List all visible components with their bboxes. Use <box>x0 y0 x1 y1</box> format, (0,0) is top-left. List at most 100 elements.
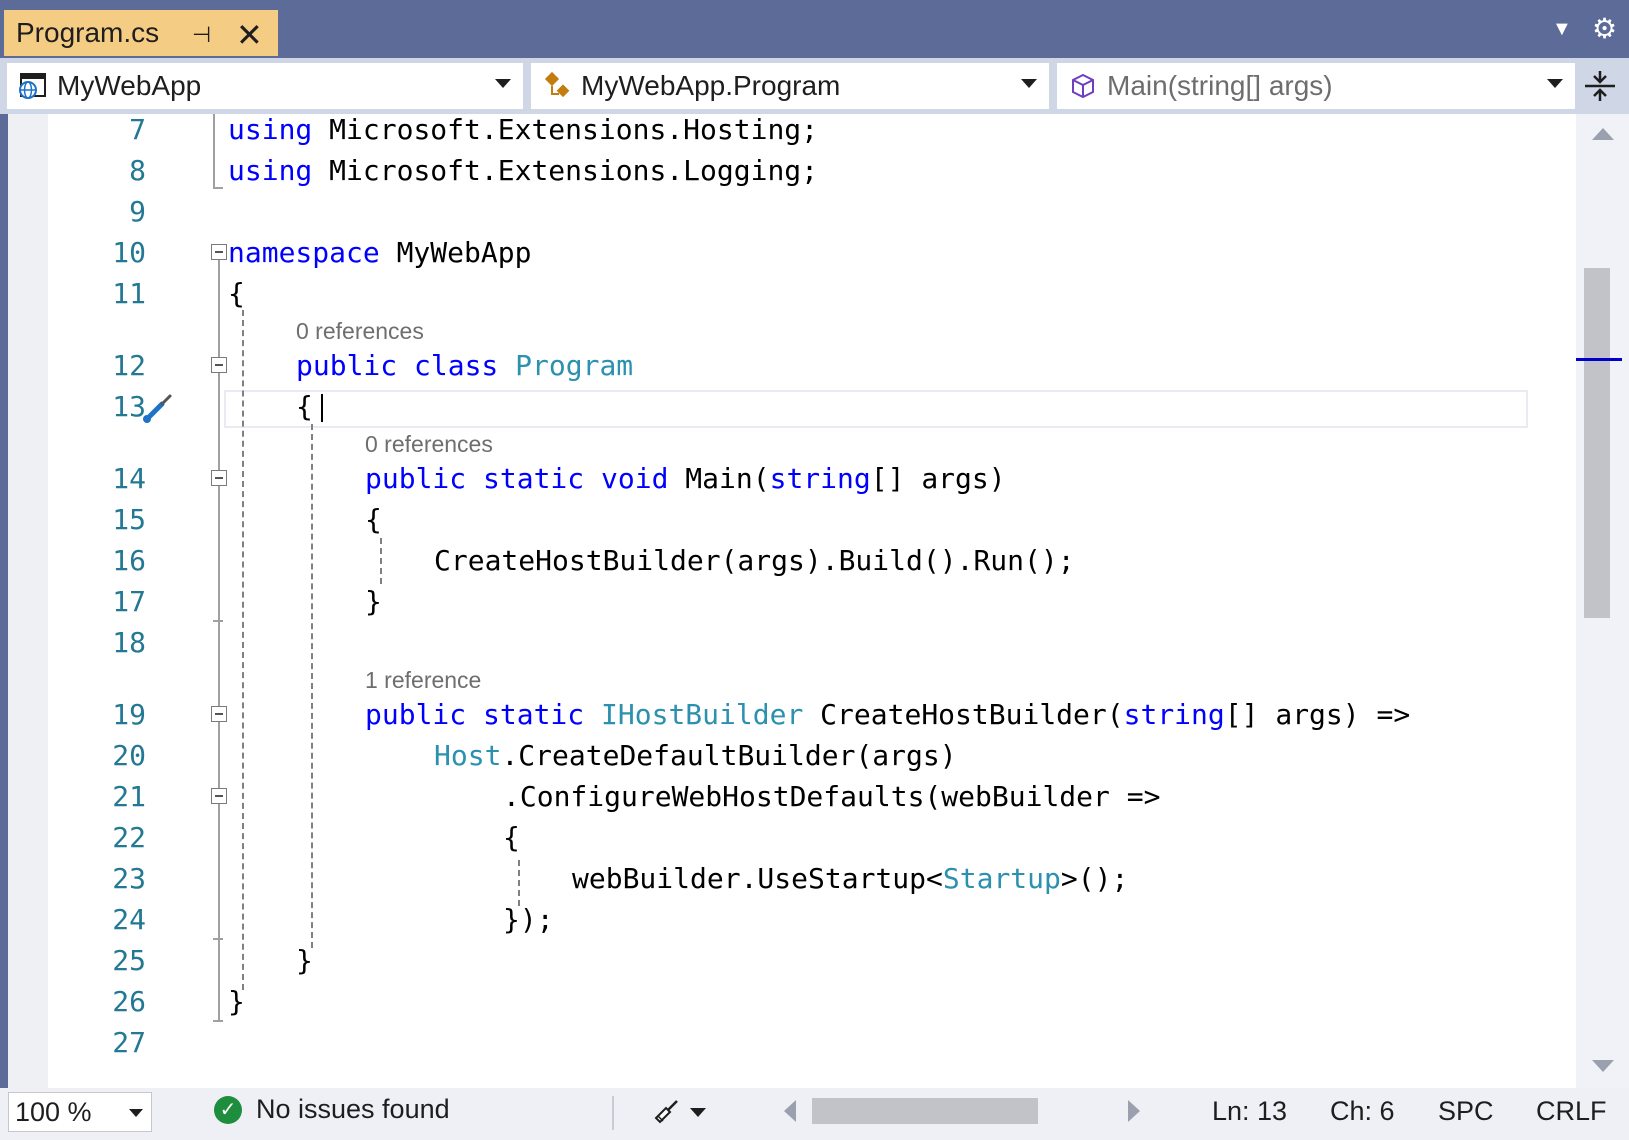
whitespace-indicator[interactable]: SPC <box>1438 1096 1494 1127</box>
code-line: .ConfigureWebHostDefaults(webBuilder => <box>503 780 1161 813</box>
editor-status-bar: 100 % ✓ No issues found Ln: 13 Ch: 6 SPC… <box>0 1088 1629 1140</box>
line-number: 9 <box>129 195 146 228</box>
issues-text: No issues found <box>256 1094 450 1124</box>
document-tab[interactable]: Program.cs ⊣ ✕ <box>4 10 278 56</box>
collapse-toggle[interactable] <box>211 357 227 373</box>
member-label: Main(string[] args) <box>1107 70 1333 101</box>
code-line: } <box>228 985 245 1018</box>
issues-indicator[interactable]: ✓ No issues found <box>214 1094 450 1125</box>
indicator-margin[interactable] <box>8 114 48 1088</box>
class-icon <box>541 70 573 102</box>
code-line: public static void Main(string[] args) <box>365 462 1006 495</box>
line-number: 25 <box>112 944 146 977</box>
navigation-bar: MyWebApp MyWebApp.Program Main(string[] … <box>0 58 1629 114</box>
scroll-up-arrow-icon[interactable] <box>1592 128 1614 140</box>
zoom-dropdown[interactable]: 100 % <box>8 1092 152 1132</box>
line-indicator[interactable]: Ln: 13 <box>1212 1096 1287 1127</box>
check-circle-icon: ✓ <box>214 1095 242 1124</box>
method-icon <box>1067 70 1099 102</box>
divider <box>612 1096 614 1130</box>
line-number: 17 <box>112 585 146 618</box>
line-number: 15 <box>112 503 146 536</box>
outline-line <box>213 620 223 622</box>
type-label: MyWebApp.Program <box>581 70 841 101</box>
code-line: }); <box>503 903 554 936</box>
project-icon <box>17 70 49 102</box>
tab-title: Program.cs <box>16 17 160 48</box>
collapse-toggle[interactable] <box>211 788 227 804</box>
code-line: } <box>296 944 313 977</box>
line-number: 19 <box>112 698 146 731</box>
chevron-down-icon <box>129 1109 143 1117</box>
code-line: CreateHostBuilder(args).Build().Run(); <box>434 544 1075 577</box>
line-number: 18 <box>112 626 146 659</box>
chevron-down-icon[interactable] <box>690 1108 706 1117</box>
quick-actions-icon[interactable] <box>140 392 174 426</box>
line-ending-indicator[interactable]: CRLF <box>1536 1096 1607 1127</box>
line-number: 24 <box>112 903 146 936</box>
current-line-highlight <box>224 390 1528 428</box>
pin-icon[interactable]: ⊣ <box>192 22 211 48</box>
codelens-references[interactable]: 0 references <box>296 316 424 346</box>
project-label: MyWebApp <box>57 70 202 101</box>
outline-line <box>213 187 223 189</box>
horizontal-scrollbar-thumb[interactable] <box>812 1098 1038 1124</box>
chevron-down-icon <box>1547 79 1563 88</box>
outline-line <box>213 114 215 188</box>
outline-line <box>213 1020 223 1022</box>
codelens-references[interactable]: 1 reference <box>365 665 481 695</box>
line-number: 7 <box>129 114 146 146</box>
code-line: Host.CreateDefaultBuilder(args) <box>434 739 957 772</box>
line-number: 22 <box>112 821 146 854</box>
line-number: 11 <box>112 277 146 310</box>
code-cleanup-icon[interactable] <box>650 1096 680 1133</box>
indent-guide <box>242 310 244 990</box>
tab-strip: Program.cs ⊣ ✕ ▼ ⚙ <box>0 0 1629 58</box>
close-icon[interactable]: ✕ <box>236 16 263 54</box>
code-line: } <box>365 585 382 618</box>
code-line: { <box>503 821 520 854</box>
scroll-right-arrow-icon[interactable] <box>1128 1100 1140 1122</box>
code-line: public static IHostBuilder CreateHostBui… <box>365 698 1411 731</box>
line-number: 16 <box>112 544 146 577</box>
code-line: { <box>296 390 313 423</box>
vertical-scrollbar[interactable] <box>1576 114 1629 1088</box>
indent-guide <box>380 538 382 584</box>
tab-list-dropdown-icon[interactable]: ▼ <box>1552 18 1572 41</box>
code-line: namespace MyWebApp <box>228 236 532 269</box>
code-line: public class Program <box>296 349 634 382</box>
line-number: 12 <box>112 349 146 382</box>
code-line: using Microsoft.Extensions.Hosting; <box>228 114 819 146</box>
gear-icon[interactable]: ⚙ <box>1592 12 1617 45</box>
indent-guide <box>311 424 313 948</box>
line-number: 13 <box>112 390 146 423</box>
outline-line <box>213 938 223 940</box>
code-line: { <box>228 277 245 310</box>
line-number: 26 <box>112 985 146 1018</box>
project-dropdown[interactable]: MyWebApp <box>6 62 524 110</box>
member-dropdown[interactable]: Main(string[] args) <box>1056 62 1576 110</box>
line-number: 8 <box>129 154 146 187</box>
split-window-button[interactable] <box>1580 66 1620 106</box>
collapse-toggle[interactable] <box>211 470 227 486</box>
line-number: 20 <box>112 739 146 772</box>
collapse-toggle[interactable] <box>211 706 227 722</box>
char-indicator[interactable]: Ch: 6 <box>1330 1096 1395 1127</box>
code-line: { <box>365 503 382 536</box>
line-number: 23 <box>112 862 146 895</box>
code-line: using Microsoft.Extensions.Logging; <box>228 154 819 187</box>
split-icon <box>1585 71 1615 101</box>
line-number: 21 <box>112 780 146 813</box>
zoom-value: 100 % <box>15 1097 92 1127</box>
code-editor[interactable]: 7 8 9 10 11 12 13 14 15 16 17 18 19 20 2… <box>8 114 1576 1088</box>
scroll-down-arrow-icon[interactable] <box>1592 1060 1614 1072</box>
scrollbar-thumb[interactable] <box>1584 268 1610 618</box>
codelens-references[interactable]: 0 references <box>365 429 493 459</box>
scroll-left-arrow-icon[interactable] <box>784 1100 796 1122</box>
caret-position-marker <box>1576 358 1622 361</box>
code-line: webBuilder.UseStartup<Startup>(); <box>572 862 1129 895</box>
type-dropdown[interactable]: MyWebApp.Program <box>530 62 1050 110</box>
collapse-toggle[interactable] <box>211 244 227 260</box>
text-caret <box>321 394 323 422</box>
chevron-down-icon <box>495 79 511 88</box>
